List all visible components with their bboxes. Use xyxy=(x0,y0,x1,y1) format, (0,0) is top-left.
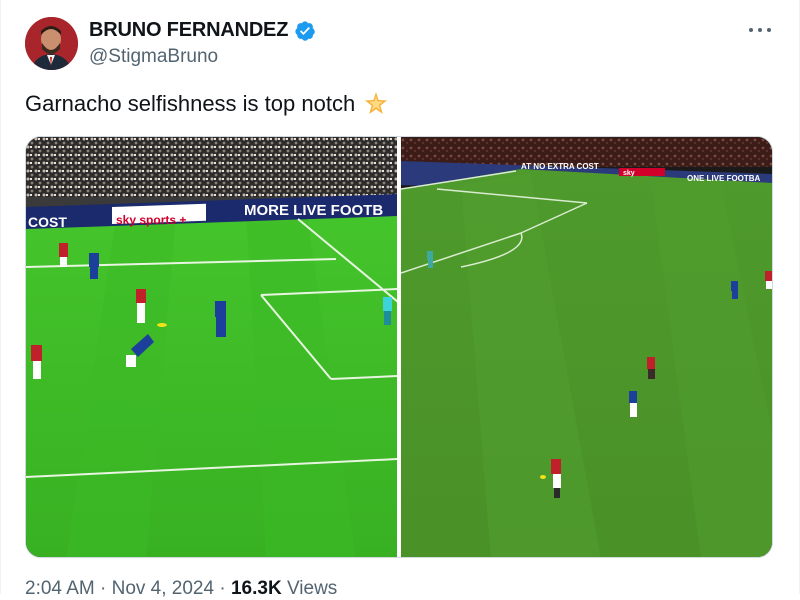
player-blue-2 xyxy=(215,301,226,337)
media-photo-right[interactable]: AT NO EXTRA COST sky ONE LIVE FOOTBA xyxy=(400,137,772,557)
goalkeeper xyxy=(383,297,392,325)
tweet-card: BRUNO FERNANDEZ @StigmaBruno Garnacho se… xyxy=(0,0,800,599)
ad-board-one-live: ONE LIVE FOOTBA xyxy=(687,174,761,183)
player-red-far xyxy=(764,271,772,289)
tweet-media[interactable]: COST sky sports + MORE LIVE FOOTB AT NO … xyxy=(25,136,773,558)
more-options-icon[interactable] xyxy=(749,20,771,40)
player-blue-far xyxy=(730,281,738,299)
author-display-name[interactable]: BRUNO FERNANDEZ xyxy=(89,19,288,42)
meta-separator: · xyxy=(219,578,226,599)
views-count: 16.3K xyxy=(230,578,282,599)
author-handle[interactable]: @StigmaBruno xyxy=(89,46,218,68)
player-red-mid xyxy=(646,357,655,379)
tweet-meta: 2:04 AM · Nov 4, 2024 · 16.3K Views xyxy=(25,578,337,600)
tweet-date[interactable]: Nov 4, 2024 xyxy=(112,578,214,599)
avatar-image xyxy=(25,17,78,70)
player-blue-1 xyxy=(89,253,99,279)
ad-board-more-live: MORE LIVE FOOTB xyxy=(244,202,383,219)
author-avatar[interactable] xyxy=(25,17,78,70)
player-red-2 xyxy=(136,289,146,323)
views-label: Views xyxy=(286,578,338,599)
ad-board-no-extra-cost: AT NO EXTRA COST xyxy=(521,162,599,171)
tweet-time[interactable]: 2:04 AM xyxy=(25,578,95,599)
meta-separator: · xyxy=(100,578,107,599)
tweet-text-content: Garnacho selfishness is top notch xyxy=(25,91,356,116)
ad-board-cost: COST xyxy=(28,214,67,230)
player-blue-mid xyxy=(628,391,637,417)
verified-badge-icon xyxy=(294,20,316,42)
player-red-1 xyxy=(59,243,68,267)
media-photo-left[interactable]: COST sky sports + MORE LIVE FOOTB xyxy=(26,137,397,557)
author-name-row: BRUNO FERNANDEZ xyxy=(89,19,316,42)
tweet-text: Garnacho selfishness is top notch xyxy=(25,90,389,118)
ad-board-sky-sports: sky sports + xyxy=(116,213,186,227)
glowing-star-emoji-icon xyxy=(363,91,389,117)
ad-board-sky: sky xyxy=(623,170,635,177)
